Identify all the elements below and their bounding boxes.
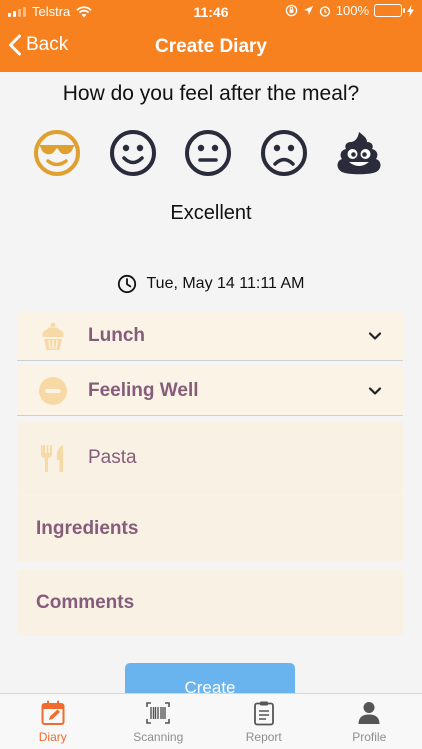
comments-field[interactable]: Comments (17, 570, 403, 636)
food-value: Pasta (88, 447, 137, 468)
selected-mood-label: Excellent (170, 202, 252, 224)
battery-percent: 100% (335, 3, 369, 18)
ingredients-field[interactable]: Ingredients (17, 496, 403, 562)
barcode-icon (146, 702, 171, 724)
mood-selector (32, 128, 384, 178)
top-bar: Telstra 11:46 100% Back Create Diary (0, 0, 422, 72)
meal-label: Lunch (88, 324, 145, 346)
alarm-icon (319, 5, 330, 17)
food-input[interactable]: Pasta (17, 421, 403, 495)
chevron-down-icon (368, 386, 382, 395)
comments-label: Comments (36, 592, 135, 613)
feeling-selector[interactable]: Feeling Well (17, 366, 403, 416)
minus-circle-icon (39, 376, 67, 405)
person-icon (358, 702, 380, 724)
sad-face-icon[interactable] (259, 128, 309, 178)
tab-diary[interactable]: Diary (0, 694, 106, 749)
poop-icon[interactable] (334, 128, 384, 178)
datetime-picker[interactable]: Tue, May 14 11:11 AM (0, 274, 422, 294)
tab-report[interactable]: Report (211, 694, 317, 749)
battery-icon (374, 4, 405, 17)
page-title: Create Diary (155, 36, 267, 57)
orientation-lock-icon (285, 4, 298, 17)
cupcake-icon (42, 322, 64, 350)
clock-icon (118, 274, 137, 294)
smile-face-icon[interactable] (108, 128, 158, 178)
ingredients-label: Ingredients (36, 518, 139, 539)
calendar-edit-icon (41, 700, 65, 725)
navigation-bar: Back Create Diary (0, 24, 422, 72)
tab-scanning-label: Scanning (133, 730, 184, 744)
meal-selector[interactable]: Lunch (17, 311, 403, 361)
fork-knife-icon (41, 445, 63, 472)
chevron-down-icon (368, 331, 382, 340)
tab-diary-label: Diary (38, 730, 67, 744)
tab-profile-label: Profile (352, 730, 387, 744)
tab-profile[interactable]: Profile (317, 694, 422, 749)
location-icon (303, 5, 313, 16)
charging-icon (407, 4, 414, 17)
clipboard-icon (253, 701, 274, 726)
tab-bar: Diary Scanning Report Profile (0, 693, 422, 749)
status-right: 100% (285, 3, 414, 18)
tab-scanning[interactable]: Scanning (106, 694, 212, 749)
feeling-label: Feeling Well (88, 379, 199, 401)
status-bar: Telstra 11:46 100% (0, 0, 422, 24)
sunglasses-face-icon[interactable] (32, 128, 82, 178)
datetime-text: Tue, May 14 11:11 AM (146, 275, 305, 292)
tab-report-label: Report (245, 730, 282, 744)
mood-question: How do you feel after the meal? (62, 82, 360, 105)
neutral-face-icon[interactable] (183, 128, 233, 178)
